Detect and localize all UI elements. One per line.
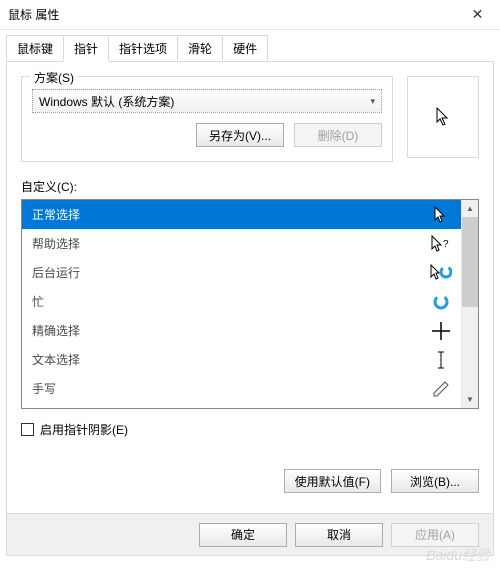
list-item-label: 正常选择 [32,206,80,223]
title-bar: 鼠标 属性 ✕ [0,0,500,30]
tab-pointer[interactable]: 指针 [63,35,109,62]
arrow-busy-cursor-icon [429,264,453,282]
scheme-fieldset: 方案(S) Windows 默认 (系统方案) ▾ 另存为(V)... 删除(D… [21,76,393,162]
browse-button[interactable]: 浏览(B)... [391,469,479,493]
list-item-label: 文本选择 [32,351,80,368]
customize-label: 自定义(C): [21,178,479,195]
ok-button[interactable]: 确定 [199,523,287,547]
scroll-up-button[interactable]: ▲ [462,200,478,217]
save-as-button[interactable]: 另存为(V)... [196,123,284,147]
tab-panel: 方案(S) Windows 默认 (系统方案) ▾ 另存为(V)... 删除(D… [6,61,494,556]
scheme-legend: 方案(S) [30,69,78,86]
shadow-label: 启用指针阴影(E) [40,421,128,438]
list-item-label: 忙 [32,293,44,310]
defaults-row: 使用默认值(F) 浏览(B)... [284,469,479,493]
list-item[interactable]: 帮助选择 ? [22,229,461,258]
tab-pointer-options[interactable]: 指针选项 [108,35,178,62]
pointer-preview [407,76,479,158]
close-button[interactable]: ✕ [455,0,500,30]
list-item-label: 后台运行 [32,264,80,281]
shadow-checkbox[interactable] [21,423,34,436]
cancel-button[interactable]: 取消 [295,523,383,547]
list-item[interactable]: 手写 [22,374,461,403]
dialog-footer: 确定 取消 应用(A) [7,513,493,555]
list-item[interactable]: 文本选择 [22,345,461,374]
list-item[interactable]: 精确选择 [22,316,461,345]
list-item[interactable]: 忙 [22,287,461,316]
close-icon: ✕ [472,6,484,23]
tab-strip: 鼠标键 指针 指针选项 滑轮 硬件 [6,34,494,61]
busy-cursor-icon [429,293,453,311]
apply-button: 应用(A) [391,523,479,547]
delete-button: 删除(D) [294,123,382,147]
use-default-button[interactable]: 使用默认值(F) [284,469,381,493]
ibeam-cursor-icon [429,351,453,369]
chevron-down-icon: ▾ [370,96,375,107]
arrow-cursor-icon [436,107,450,127]
scheme-combo[interactable]: Windows 默认 (系统方案) ▾ [32,89,382,113]
list-item-label: 帮助选择 [32,235,80,252]
pen-cursor-icon [429,380,453,398]
arrow-cursor-icon [429,206,453,224]
arrow-help-cursor-icon: ? [429,235,453,253]
tab-mouse-keys[interactable]: 鼠标键 [6,35,64,62]
window-title: 鼠标 属性 [8,6,59,23]
scroll-down-button[interactable]: ▼ [462,391,478,408]
list-item[interactable]: 后台运行 [22,258,461,287]
scheme-row: 方案(S) Windows 默认 (系统方案) ▾ 另存为(V)... 删除(D… [21,76,479,162]
listbox-scrollbar[interactable]: ▲ ▼ [461,200,478,408]
shadow-row: 启用指针阴影(E) [21,421,479,438]
list-item-label: 精确选择 [32,322,80,339]
list-item-label: 手写 [32,380,56,397]
scroll-thumb[interactable] [462,217,478,307]
list-item[interactable]: 不可用 [22,403,461,408]
crosshair-cursor-icon [429,322,453,340]
cursor-list: 正常选择 帮助选择 ? 后台运行 忙 [22,200,461,408]
tab-hardware[interactable]: 硬件 [222,35,268,62]
scheme-buttons: 另存为(V)... 删除(D) [32,123,382,147]
cursor-listbox[interactable]: 正常选择 帮助选择 ? 后台运行 忙 [21,199,479,409]
scheme-combo-value: Windows 默认 (系统方案) [39,93,174,110]
scroll-track[interactable] [462,217,478,391]
svg-text:?: ? [443,239,449,250]
list-item[interactable]: 正常选择 [22,200,461,229]
tab-wheel[interactable]: 滑轮 [177,35,223,62]
